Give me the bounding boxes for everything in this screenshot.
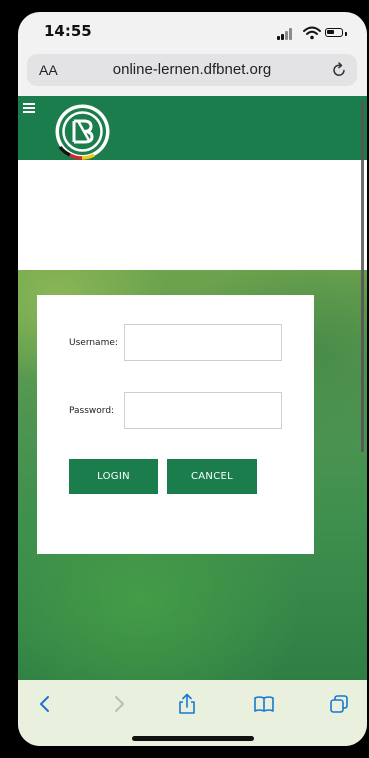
- wifi-icon: [303, 26, 321, 40]
- address-bar[interactable]: AA online-lernen.dfbnet.org: [27, 54, 357, 86]
- home-indicator[interactable]: [132, 736, 254, 741]
- tabs-icon[interactable]: [328, 693, 350, 715]
- password-label: Password:: [69, 406, 115, 416]
- scroll-indicator[interactable]: [361, 100, 364, 452]
- back-icon[interactable]: [34, 693, 56, 715]
- cancel-button[interactable]: CANCEL: [167, 459, 257, 494]
- status-bar: 14:55: [18, 12, 367, 56]
- dfb-logo-icon: [55, 104, 110, 160]
- battery-tip: [345, 32, 347, 36]
- cellular-signal-icon: [277, 26, 297, 40]
- bookmarks-icon[interactable]: [253, 693, 275, 715]
- status-icons: [277, 26, 347, 40]
- login-card: Username: Password: LOGIN CANCEL: [37, 295, 314, 554]
- forward-icon[interactable]: [108, 693, 130, 715]
- header-banner-area: [18, 160, 367, 270]
- url-text[interactable]: online-lernen.dfbnet.org: [27, 61, 357, 78]
- browser-toolbar: [18, 680, 367, 746]
- reload-icon[interactable]: [331, 62, 347, 78]
- site-header: [18, 96, 367, 160]
- password-input[interactable]: [124, 392, 282, 429]
- share-icon[interactable]: [176, 693, 198, 715]
- battery-icon: [325, 28, 343, 37]
- web-content: Username: Password: LOGIN CANCEL: [18, 96, 367, 680]
- login-button[interactable]: LOGIN: [69, 459, 158, 494]
- username-input[interactable]: [124, 324, 282, 361]
- status-time: 14:55: [44, 22, 92, 40]
- menu-icon[interactable]: [23, 103, 35, 113]
- phone-screen: 14:55 AA online-lernen.dfbnet.org Userna…: [18, 12, 367, 746]
- username-label: Username:: [69, 338, 118, 348]
